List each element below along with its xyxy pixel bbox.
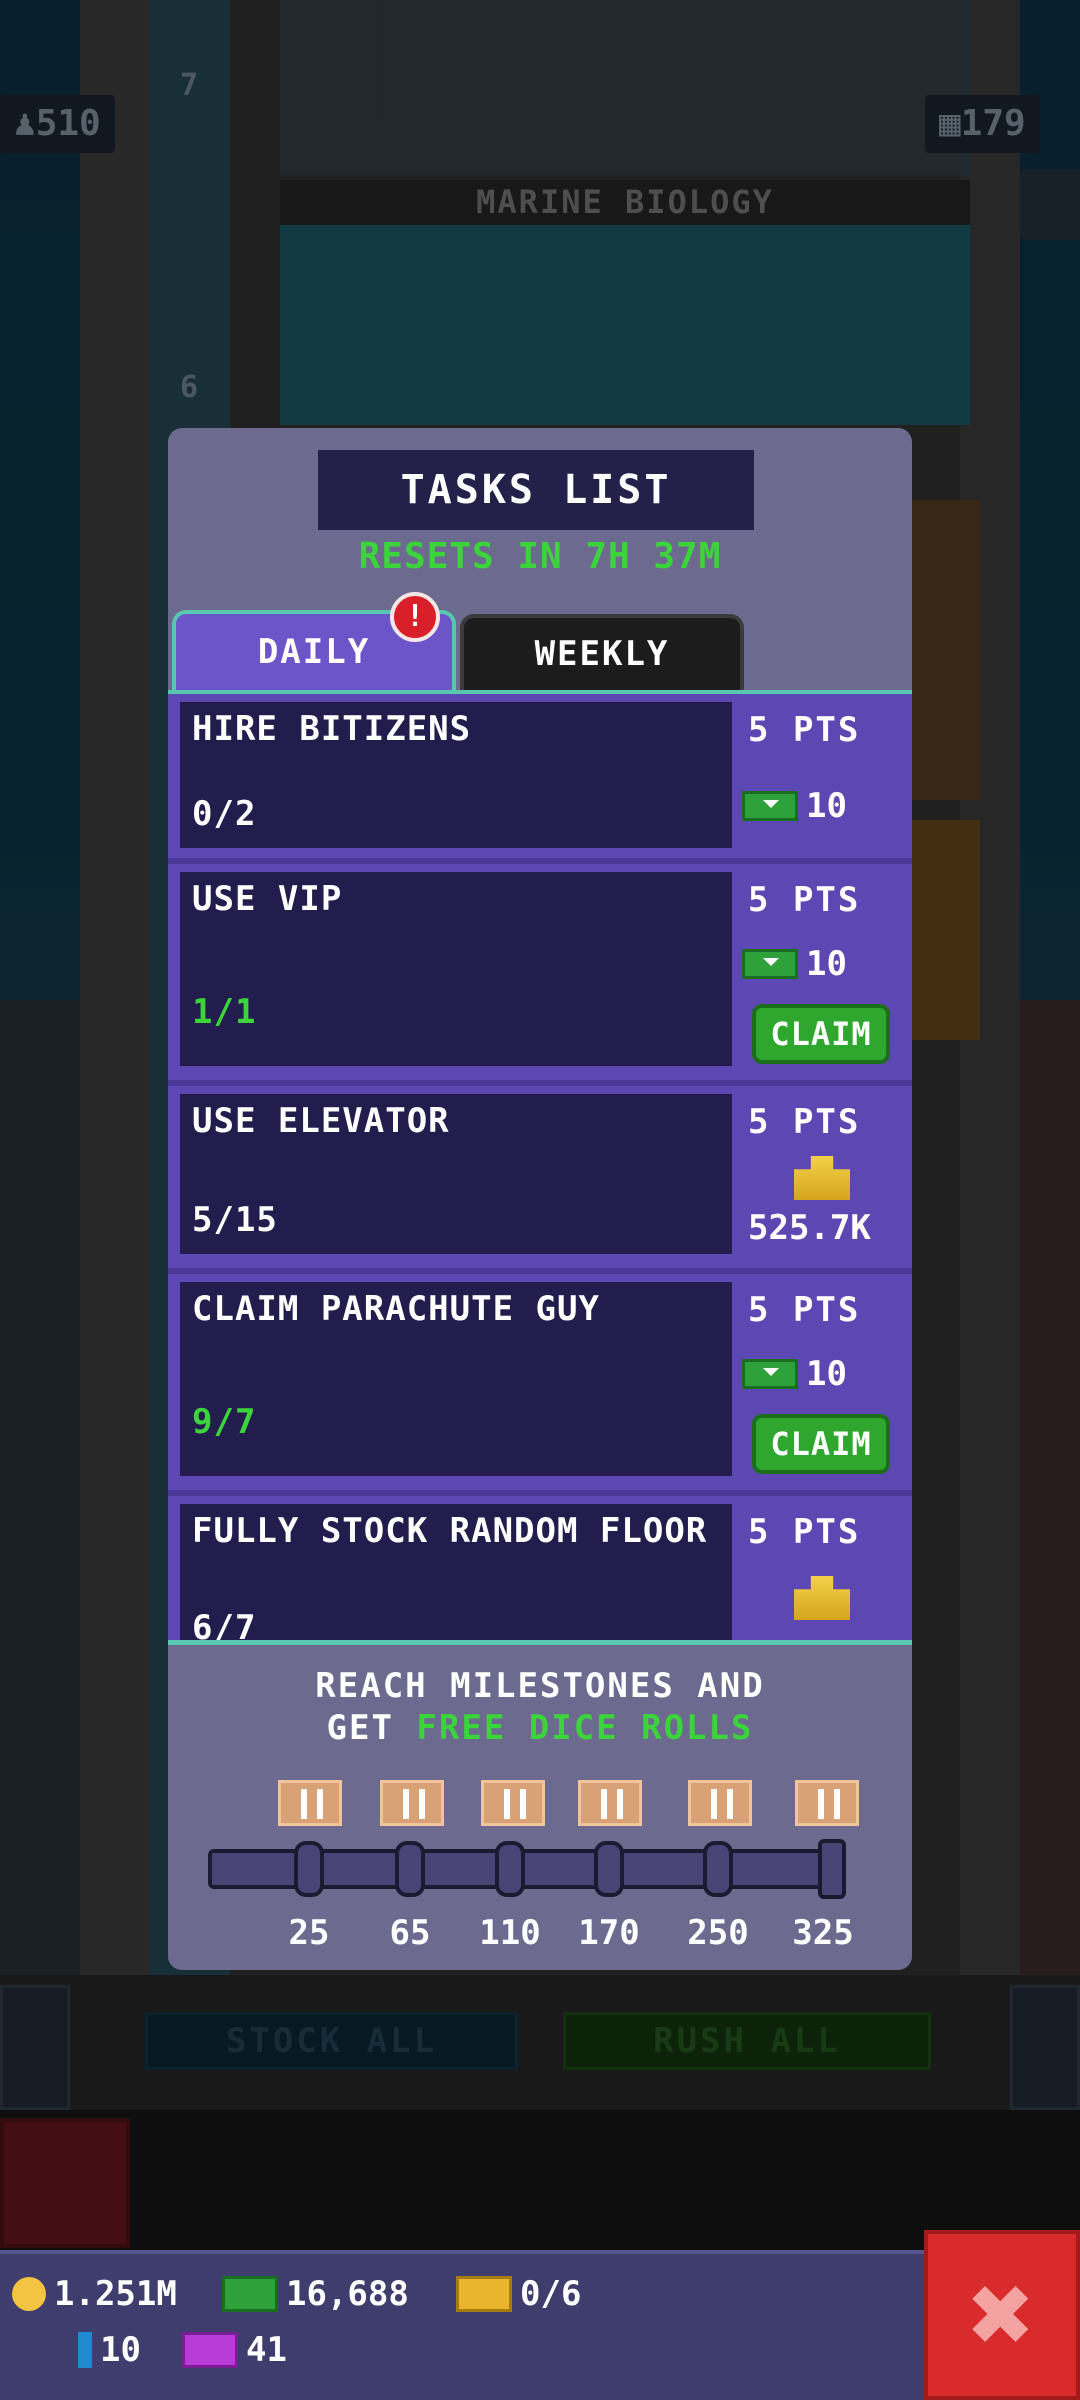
tab-weekly[interactable]: WEEKLY xyxy=(460,614,744,692)
vip-display[interactable]: 41 xyxy=(182,2330,287,2370)
task-points: 5 PTS xyxy=(748,1290,861,1330)
dice-icon xyxy=(688,1780,752,1826)
milestone-value: 25 xyxy=(288,1913,330,1953)
task-item: USE ELEVATOR 5/15 5 PTS 525.7K xyxy=(168,1086,912,1274)
currency-bar: 1.251M 16,688 0/6 10 41 xyxy=(0,2250,930,2400)
dice-icon xyxy=(278,1780,342,1826)
gems-display[interactable]: 10 xyxy=(78,2330,141,2370)
task-reward: 10 xyxy=(742,786,847,826)
task-list[interactable]: HIRE BITIZENS 0/2 5 PTS 10 USE VIP 1/1 5… xyxy=(168,694,912,1640)
vip-icon xyxy=(182,2332,238,2368)
milestone-value: 325 xyxy=(792,1913,854,1953)
task-reward: 525.7K xyxy=(748,1208,871,1248)
ticket-icon xyxy=(456,2276,512,2312)
milestone-node xyxy=(594,1841,624,1897)
dice-icon xyxy=(481,1780,545,1826)
task-progress: 5/15 xyxy=(192,1200,278,1240)
task-item: HIRE BITIZENS 0/2 5 PTS 10 xyxy=(168,694,912,864)
bux-icon xyxy=(222,2276,278,2312)
task-body: USE VIP 1/1 xyxy=(180,872,732,1066)
task-name: CLAIM PARACHUTE GUY xyxy=(192,1289,600,1329)
coin-stack-icon xyxy=(794,1156,850,1200)
close-icon: ✖ xyxy=(968,2250,1036,2378)
milestone-value: 110 xyxy=(479,1913,541,1953)
claim-button[interactable]: CLAIM xyxy=(752,1004,890,1064)
panel-title: TASKS LIST xyxy=(318,450,754,530)
bux-icon xyxy=(742,949,798,979)
coin-stack-icon xyxy=(794,1576,850,1620)
task-progress: 9/7 xyxy=(192,1402,257,1442)
task-points: 5 PTS xyxy=(748,710,861,750)
milestone-value: 170 xyxy=(578,1913,640,1953)
bux-icon xyxy=(742,791,798,821)
dice-icon xyxy=(380,1780,444,1826)
milestone-node xyxy=(703,1841,733,1897)
task-progress: 1/1 xyxy=(192,992,257,1032)
milestones-section: REACH MILESTONES AND GET FREE DICE ROLLS… xyxy=(168,1640,912,1970)
bux-icon xyxy=(742,1359,798,1389)
milestone-value: 65 xyxy=(389,1913,431,1953)
task-progress: 0/2 xyxy=(192,794,257,834)
task-item: FULLY STOCK RANDOM FLOOR 6/7 5 PTS xyxy=(168,1496,912,1640)
milestone-end xyxy=(818,1839,846,1899)
reset-timer: RESETS IN 7H 37M xyxy=(358,536,722,577)
claim-button[interactable]: CLAIM xyxy=(752,1414,890,1474)
milestone-node xyxy=(495,1841,525,1897)
dice-icon xyxy=(578,1780,642,1826)
task-points: 5 PTS xyxy=(748,1102,861,1142)
milestone-node xyxy=(294,1841,324,1897)
milestone-value: 250 xyxy=(687,1913,749,1953)
bux-display[interactable]: 16,688 xyxy=(222,2274,409,2314)
milestones-text: REACH MILESTONES AND GET FREE DICE ROLLS xyxy=(315,1666,765,1748)
task-reward: 10 xyxy=(742,1354,847,1394)
task-name: HIRE BITIZENS xyxy=(192,709,472,749)
task-item: USE VIP 1/1 5 PTS 10 CLAIM xyxy=(168,864,912,1086)
task-item: CLAIM PARACHUTE GUY 9/7 5 PTS 10 CLAIM xyxy=(168,1274,912,1496)
tasks-panel: TASKS LIST RESETS IN 7H 37M DAILY ! WEEK… xyxy=(168,428,912,1970)
task-name: FULLY STOCK RANDOM FLOOR xyxy=(192,1511,708,1551)
task-body: HIRE BITIZENS 0/2 xyxy=(180,702,732,848)
task-progress: 6/7 xyxy=(192,1608,257,1640)
dice-icon xyxy=(795,1780,859,1826)
task-points: 5 PTS xyxy=(748,880,861,920)
alert-badge: ! xyxy=(390,592,440,642)
tickets-display[interactable]: 0/6 xyxy=(456,2274,581,2314)
task-body: CLAIM PARACHUTE GUY 9/7 xyxy=(180,1282,732,1476)
gem-icon xyxy=(78,2332,92,2368)
task-name: USE ELEVATOR xyxy=(192,1101,450,1141)
milestone-node xyxy=(395,1841,425,1897)
task-points: 5 PTS xyxy=(748,1512,861,1552)
coins-display[interactable]: 1.251M xyxy=(12,2274,177,2314)
task-reward: 10 xyxy=(742,944,847,984)
task-name: USE VIP xyxy=(192,879,343,919)
close-button[interactable]: ✖ xyxy=(924,2230,1080,2400)
coin-icon xyxy=(12,2277,46,2311)
task-body: USE ELEVATOR 5/15 xyxy=(180,1094,732,1254)
task-body: FULLY STOCK RANDOM FLOOR 6/7 xyxy=(180,1504,732,1640)
